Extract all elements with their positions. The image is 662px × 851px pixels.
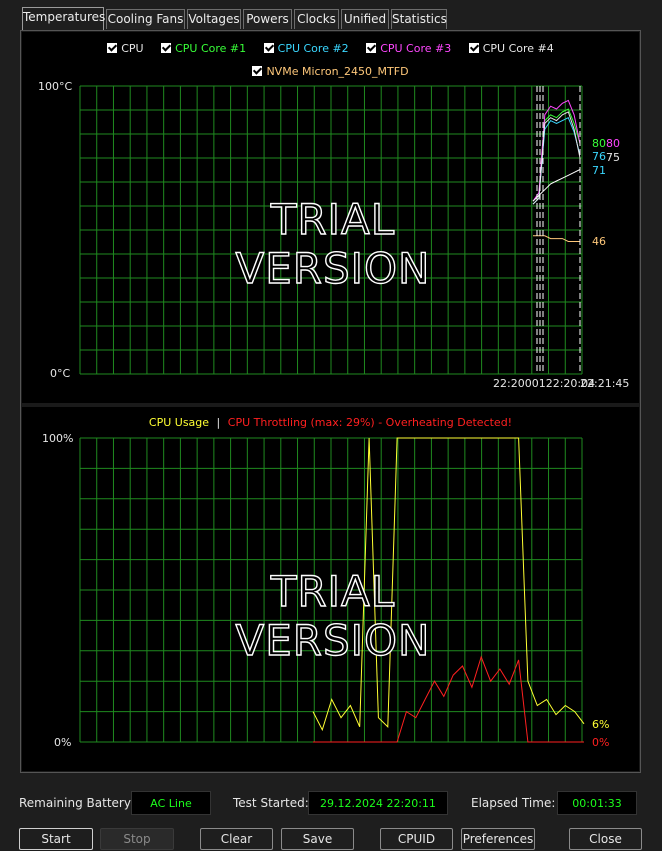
cpu-value-label: 71 bbox=[592, 164, 606, 177]
legend-cpu-core-4[interactable]: CPU Core #4 bbox=[468, 42, 554, 55]
core3-value-label: 80 bbox=[606, 137, 620, 150]
core1-value-label: 80 bbox=[592, 137, 606, 150]
clear-button[interactable]: Clear bbox=[200, 828, 273, 850]
save-button[interactable]: Save bbox=[281, 828, 354, 850]
temperature-chart-panel: CPU CPU Core #1 CPU Core #2 CPU Core #3 … bbox=[22, 32, 639, 403]
nvme-value-label: 46 bbox=[592, 235, 606, 248]
elapsed-time-label: Elapsed Time: bbox=[471, 796, 556, 810]
stop-button[interactable]: Stop bbox=[100, 828, 174, 850]
trial-watermark: TRIAL VERSION bbox=[235, 566, 431, 665]
test-started-label: Test Started: bbox=[233, 796, 309, 810]
usage-y-min-label: 0% bbox=[54, 736, 72, 749]
checkbox-icon[interactable] bbox=[252, 66, 263, 76]
usage-value-label: 6% bbox=[592, 718, 610, 731]
battery-value: AC Line bbox=[131, 791, 211, 815]
legend-cpu-throttling: CPU Throttling (max: 29%) - Overheating … bbox=[227, 416, 513, 429]
legend-nvme[interactable]: NVMe Micron_2450_MTFD bbox=[252, 65, 409, 78]
core2-value-label: 76 bbox=[592, 150, 606, 163]
y-max-label: 100°C bbox=[38, 80, 73, 93]
tab-cooling-fans[interactable]: Cooling Fans bbox=[106, 9, 185, 29]
battery-label: Remaining Battery: bbox=[19, 796, 135, 810]
temperature-legend: CPU CPU Core #1 CPU Core #2 CPU Core #3 … bbox=[22, 42, 639, 55]
tab-clocks[interactable]: Clocks bbox=[294, 9, 339, 29]
elapsed-time-value: 00:01:33 bbox=[557, 791, 637, 815]
preferences-button[interactable]: Preferences bbox=[461, 828, 535, 850]
checkbox-icon[interactable] bbox=[107, 43, 118, 53]
close-button[interactable]: Close bbox=[569, 828, 642, 850]
tab-powers[interactable]: Powers bbox=[243, 9, 292, 29]
usage-legend: CPU Usage | CPU Throttling (max: 29%) - … bbox=[22, 416, 639, 429]
tab-unified[interactable]: Unified bbox=[341, 9, 389, 29]
legend-cpu[interactable]: CPU bbox=[107, 42, 144, 55]
cpuid-button[interactable]: CPUID bbox=[380, 828, 453, 850]
y-min-label: 0°C bbox=[50, 367, 71, 380]
core4-value-label: 75 bbox=[606, 151, 620, 164]
test-started-value: 29.12.2024 22:20:11 bbox=[308, 791, 448, 815]
throttle-value-label: 0% bbox=[592, 736, 610, 749]
legend-separator: | bbox=[216, 416, 221, 429]
start-button[interactable]: Start bbox=[19, 828, 93, 850]
cpu-usage-chart-panel: CPU Usage | CPU Throttling (max: 29%) - … bbox=[22, 407, 639, 771]
checkbox-icon[interactable] bbox=[161, 43, 172, 53]
trial-watermark: TRIAL VERSION bbox=[235, 194, 431, 293]
usage-y-max-label: 100% bbox=[42, 432, 74, 445]
checkbox-icon[interactable] bbox=[263, 43, 274, 53]
legend-cpu-core-2[interactable]: CPU Core #2 bbox=[263, 42, 349, 55]
temperature-legend-row-2: NVMe Micron_2450_MTFD bbox=[22, 65, 639, 78]
tab-temperatures[interactable]: Temperatures bbox=[22, 7, 105, 30]
tab-voltages[interactable]: Voltages bbox=[187, 9, 241, 29]
checkbox-icon[interactable] bbox=[468, 43, 479, 53]
legend-cpu-core-3[interactable]: CPU Core #3 bbox=[366, 42, 451, 55]
x-label-end: 22:21:45 bbox=[580, 377, 630, 390]
legend-cpu-core-1[interactable]: CPU Core #1 bbox=[161, 42, 246, 55]
tab-statistics[interactable]: Statistics bbox=[391, 9, 447, 29]
checkbox-icon[interactable] bbox=[366, 43, 377, 53]
legend-cpu-usage: CPU Usage bbox=[148, 416, 210, 429]
